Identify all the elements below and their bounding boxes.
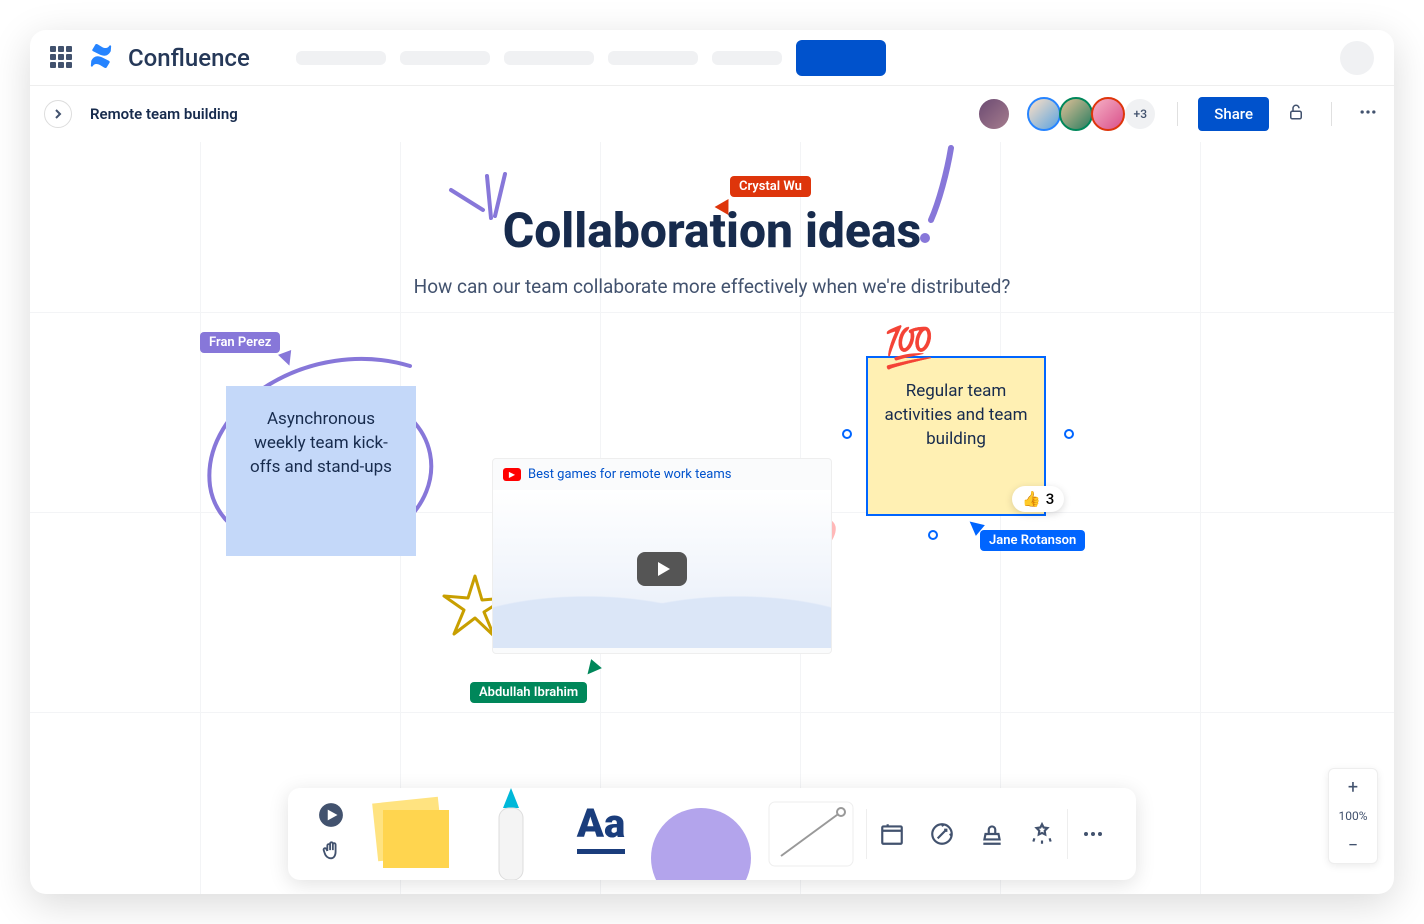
nav-item-placeholder[interactable] <box>400 51 490 65</box>
app-window: Confluence Remote team building +3 Share <box>30 30 1394 894</box>
more-tools-icon[interactable] <box>1068 788 1118 880</box>
presence-avatar[interactable] <box>1091 97 1125 131</box>
presence-avatar[interactable] <box>977 97 1011 131</box>
line-tool[interactable] <box>756 788 866 880</box>
reaction-badge[interactable]: 👍 3 <box>1012 486 1064 512</box>
nav-item-placeholder[interactable] <box>296 51 386 65</box>
video-thumbnail[interactable] <box>493 490 831 648</box>
sticker-tool-icon[interactable] <box>1017 788 1067 880</box>
video-embed[interactable]: ▶ Best games for remote work teams <box>492 458 832 654</box>
presence-more[interactable]: +3 <box>1123 97 1157 131</box>
app-switcher-icon[interactable] <box>50 46 74 70</box>
selection-handle[interactable] <box>842 429 852 439</box>
thumbs-up-icon: 👍 <box>1022 490 1041 508</box>
video-header: ▶ Best games for remote work teams <box>493 459 831 490</box>
selection-handle[interactable] <box>1064 429 1074 439</box>
play-icon[interactable] <box>637 552 687 586</box>
zoom-control: + 100% − <box>1328 768 1378 864</box>
restrictions-icon[interactable] <box>1281 97 1311 131</box>
pointer-tool-icon[interactable] <box>318 802 344 832</box>
template-tool-icon[interactable] <box>867 788 917 880</box>
page-header: Remote team building +3 Share <box>30 86 1394 142</box>
title-block: Collaboration ideas How can our team col… <box>30 202 1394 298</box>
nav-item-placeholder[interactable] <box>608 51 698 65</box>
nav-item-placeholder[interactable] <box>712 51 782 65</box>
shape-tool[interactable] <box>646 788 756 880</box>
page-title: Collaboration ideas <box>503 202 921 259</box>
cursor-pointer-icon <box>582 659 602 679</box>
youtube-icon: ▶ <box>503 468 521 481</box>
confluence-logo-icon <box>88 43 114 73</box>
create-button[interactable] <box>796 40 886 76</box>
profile-avatar[interactable] <box>1340 41 1374 75</box>
cursor-label-jane: Jane Rotanson <box>980 530 1085 551</box>
pen-tool[interactable] <box>466 788 556 880</box>
page-subtitle: How can our team collaborate more effect… <box>30 275 1394 298</box>
selection-handle[interactable] <box>928 530 938 540</box>
zoom-level: 100% <box>1338 805 1367 827</box>
reaction-count: 3 <box>1046 490 1055 508</box>
hundred-emoji-icon: 💯 <box>884 324 934 371</box>
presence-avatar[interactable] <box>1027 97 1061 131</box>
cursor-label-fran: Fran Perez <box>200 332 280 353</box>
more-actions-icon[interactable] <box>1352 96 1384 132</box>
zoom-in-button[interactable]: + <box>1328 769 1378 805</box>
share-button[interactable]: Share <box>1198 97 1269 131</box>
cursor-label-abdullah: Abdullah Ibrahim <box>470 682 587 703</box>
hand-tool-icon[interactable] <box>320 840 342 866</box>
sticky-note-tool[interactable] <box>356 788 466 880</box>
zoom-out-button[interactable]: − <box>1328 827 1378 863</box>
stamp-tool-icon[interactable] <box>967 788 1017 880</box>
separator <box>1177 102 1178 126</box>
video-title[interactable]: Best games for remote work teams <box>528 467 731 482</box>
presence-avatar[interactable] <box>1059 97 1093 131</box>
whiteboard-canvas[interactable]: Collaboration ideas How can our team col… <box>30 142 1394 894</box>
smart-link-tool-icon[interactable] <box>917 788 967 880</box>
text-tool[interactable]: Aa <box>556 788 646 880</box>
sketch-lines-icon <box>443 172 523 252</box>
sticky-note-blue[interactable]: Asynchronous weekly team kick-offs and s… <box>226 386 416 556</box>
top-nav: Confluence <box>30 30 1394 86</box>
cursor-label-crystal: Crystal Wu <box>730 176 811 197</box>
breadcrumb[interactable]: Remote team building <box>90 105 238 123</box>
sketch-exclamation-icon <box>911 142 971 252</box>
nav-item-placeholder[interactable] <box>504 51 594 65</box>
whiteboard-toolbar: Aa <box>288 788 1136 880</box>
expand-sidebar-button[interactable] <box>44 100 72 128</box>
separator <box>1331 102 1332 126</box>
cursor-pointer-icon <box>278 350 296 368</box>
presence-avatars: +3 <box>985 97 1157 131</box>
brand-name: Confluence <box>128 44 250 72</box>
